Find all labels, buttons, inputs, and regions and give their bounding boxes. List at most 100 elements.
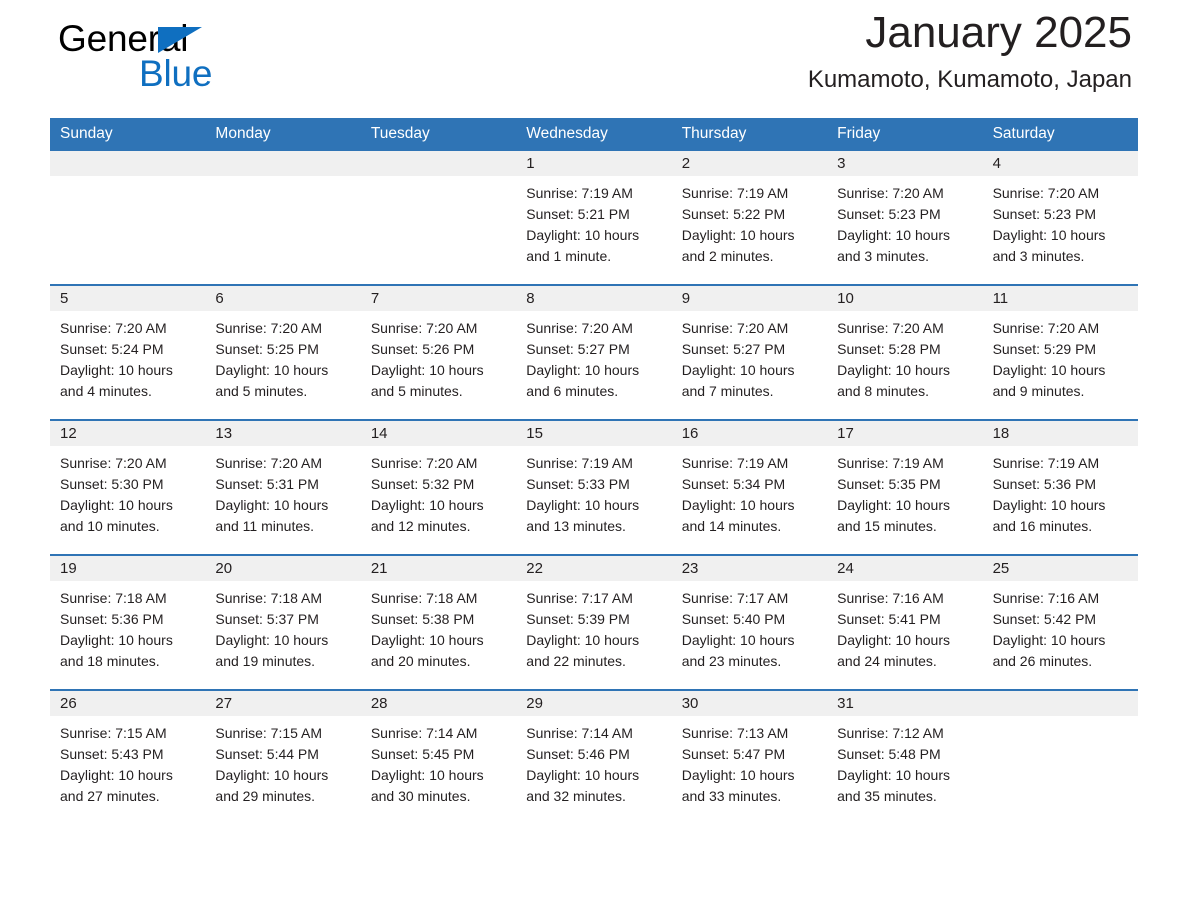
sunset-text: Sunset: 5:34 PM xyxy=(681,475,786,492)
day-cell[interactable]: 2 Sunrise: 7:19 AM Sunset: 5:22 PM Dayli… xyxy=(671,150,828,284)
daylight-text-line1: Daylight: 10 hours xyxy=(837,361,950,378)
day-cell[interactable]: 16 Sunrise: 7:19 AM Sunset: 5:34 PM Dayl… xyxy=(671,420,828,554)
day-cell[interactable]: 24 Sunrise: 7:16 AM Sunset: 5:41 PM Dayl… xyxy=(827,555,983,689)
sunset-text: Sunset: 5:44 PM xyxy=(215,745,319,762)
daylight-text-line1: Daylight: 10 hours xyxy=(992,226,1106,243)
sunset-text: Sunset: 5:24 PM xyxy=(60,340,164,357)
day-cell[interactable]: 17 Sunrise: 7:19 AM Sunset: 5:35 PM Dayl… xyxy=(827,420,983,554)
week-row: 12 Sunrise: 7:20 AM Sunset: 5:30 PM Dayl… xyxy=(50,418,1138,554)
day-number: 9 xyxy=(671,285,828,311)
day-cell[interactable]: 31 Sunrise: 7:12 AM Sunset: 5:48 PM Dayl… xyxy=(827,690,983,824)
daylight-text-line2: and 27 minutes. xyxy=(60,787,160,804)
daylight-text-line1: Daylight: 10 hours xyxy=(60,631,173,648)
sunrise-text: Sunrise: 7:20 AM xyxy=(215,454,323,471)
daylight-text-line1: Daylight: 10 hours xyxy=(992,631,1106,648)
page-header: General Blue January 2025 Kumamoto, Kuma… xyxy=(50,0,1138,118)
day-cell[interactable]: 14 Sunrise: 7:20 AM Sunset: 5:32 PM Dayl… xyxy=(360,420,517,554)
sunset-text: Sunset: 5:23 PM xyxy=(837,205,941,222)
day-cell[interactable]: 20 Sunrise: 7:18 AM Sunset: 5:37 PM Dayl… xyxy=(205,555,361,689)
day-cell[interactable]: 10 Sunrise: 7:20 AM Sunset: 5:28 PM Dayl… xyxy=(827,285,983,419)
sunrise-text: Sunrise: 7:18 AM xyxy=(60,589,167,606)
sunset-text: Sunset: 5:26 PM xyxy=(370,340,475,357)
sunset-text: Sunset: 5:27 PM xyxy=(526,340,630,357)
day-cell[interactable]: 6 Sunrise: 7:20 AM Sunset: 5:25 PM Dayli… xyxy=(205,285,361,419)
day-cell[interactable]: 7 Sunrise: 7:20 AM Sunset: 5:26 PM Dayli… xyxy=(360,285,517,419)
day-cell[interactable]: 21 Sunrise: 7:18 AM Sunset: 5:38 PM Dayl… xyxy=(360,555,517,689)
day-cell xyxy=(50,150,206,284)
sunset-text: Sunset: 5:22 PM xyxy=(681,205,786,222)
day-number: 16 xyxy=(671,420,828,446)
general-blue-logo[interactable]: General Blue xyxy=(58,18,358,102)
day-cell[interactable]: 29 Sunrise: 7:14 AM Sunset: 5:46 PM Dayl… xyxy=(516,690,672,824)
sunrise-text: Sunrise: 7:13 AM xyxy=(681,724,789,741)
daylight-text-line1: Daylight: 10 hours xyxy=(837,631,950,648)
day-number: 13 xyxy=(205,420,361,446)
day-cell[interactable]: 12 Sunrise: 7:20 AM Sunset: 5:30 PM Dayl… xyxy=(50,420,206,554)
daylight-text-line2: and 1 minute. xyxy=(526,247,612,264)
sunrise-text: Sunrise: 7:20 AM xyxy=(215,319,323,336)
day-number: 24 xyxy=(827,555,983,581)
day-number: 19 xyxy=(50,555,206,581)
day-cell[interactable]: 27 Sunrise: 7:15 AM Sunset: 5:44 PM Dayl… xyxy=(205,690,361,824)
sunrise-text: Sunrise: 7:20 AM xyxy=(681,319,789,336)
day-number: 20 xyxy=(205,555,361,581)
day-details: Sunrise: 7:20 AM Sunset: 5:26 PM Dayligh… xyxy=(361,311,516,402)
sunrise-text: Sunrise: 7:20 AM xyxy=(837,184,944,201)
day-details: Sunrise: 7:17 AM Sunset: 5:39 PM Dayligh… xyxy=(516,581,671,672)
sunset-text: Sunset: 5:25 PM xyxy=(215,340,319,357)
day-cell[interactable]: 4 Sunrise: 7:20 AM Sunset: 5:23 PM Dayli… xyxy=(982,150,1138,284)
sunset-text: Sunset: 5:32 PM xyxy=(370,475,475,492)
day-cell[interactable]: 5 Sunrise: 7:20 AM Sunset: 5:24 PM Dayli… xyxy=(50,285,206,419)
daylight-text-line2: and 4 minutes. xyxy=(60,382,152,399)
page-title: January 2025 xyxy=(865,8,1132,57)
day-cell[interactable]: 28 Sunrise: 7:14 AM Sunset: 5:45 PM Dayl… xyxy=(360,690,517,824)
weekday-header-monday: Monday xyxy=(215,125,271,142)
day-cell[interactable]: 23 Sunrise: 7:17 AM Sunset: 5:40 PM Dayl… xyxy=(671,555,828,689)
sunrise-text: Sunrise: 7:20 AM xyxy=(837,319,944,336)
day-details: Sunrise: 7:18 AM Sunset: 5:38 PM Dayligh… xyxy=(361,581,516,672)
day-cell[interactable]: 11 Sunrise: 7:20 AM Sunset: 5:29 PM Dayl… xyxy=(982,285,1138,419)
sunset-text: Sunset: 5:35 PM xyxy=(837,475,941,492)
day-number: 8 xyxy=(516,285,672,311)
day-number: 30 xyxy=(671,690,828,716)
sunset-text: Sunset: 5:29 PM xyxy=(992,340,1097,357)
daylight-text-line1: Daylight: 10 hours xyxy=(526,496,640,513)
day-cell[interactable]: 1 Sunrise: 7:19 AM Sunset: 5:21 PM Dayli… xyxy=(516,150,672,284)
day-cell[interactable]: 25 Sunrise: 7:16 AM Sunset: 5:42 PM Dayl… xyxy=(982,555,1138,689)
day-cell[interactable]: 13 Sunrise: 7:20 AM Sunset: 5:31 PM Dayl… xyxy=(205,420,361,554)
daylight-text-line1: Daylight: 10 hours xyxy=(370,361,484,378)
daylight-text-line1: Daylight: 10 hours xyxy=(681,496,795,513)
daylight-text-line1: Daylight: 10 hours xyxy=(837,496,950,513)
daylight-text-line1: Daylight: 10 hours xyxy=(681,766,795,783)
daylight-text-line2: and 14 minutes. xyxy=(681,517,782,534)
daylight-text-line2: and 7 minutes. xyxy=(681,382,774,399)
day-number xyxy=(982,690,1138,716)
day-cell[interactable]: 3 Sunrise: 7:20 AM Sunset: 5:23 PM Dayli… xyxy=(827,150,983,284)
day-cell[interactable]: 15 Sunrise: 7:19 AM Sunset: 5:33 PM Dayl… xyxy=(516,420,672,554)
day-details: Sunrise: 7:18 AM Sunset: 5:37 PM Dayligh… xyxy=(205,581,360,672)
week-row: 19 Sunrise: 7:18 AM Sunset: 5:36 PM Dayl… xyxy=(50,553,1138,689)
sunrise-text: Sunrise: 7:17 AM xyxy=(526,589,633,606)
day-details: Sunrise: 7:16 AM Sunset: 5:42 PM Dayligh… xyxy=(983,581,1138,672)
day-cell[interactable]: 22 Sunrise: 7:17 AM Sunset: 5:39 PM Dayl… xyxy=(516,555,672,689)
day-number: 26 xyxy=(50,690,206,716)
day-number xyxy=(205,150,361,176)
day-number: 10 xyxy=(827,285,983,311)
day-cell[interactable]: 18 Sunrise: 7:19 AM Sunset: 5:36 PM Dayl… xyxy=(982,420,1138,554)
sunset-text: Sunset: 5:46 PM xyxy=(526,745,630,762)
day-cell[interactable]: 19 Sunrise: 7:18 AM Sunset: 5:36 PM Dayl… xyxy=(50,555,206,689)
day-details: Sunrise: 7:15 AM Sunset: 5:43 PM Dayligh… xyxy=(50,716,205,807)
sunset-text: Sunset: 5:41 PM xyxy=(837,610,941,627)
day-cell[interactable]: 30 Sunrise: 7:13 AM Sunset: 5:47 PM Dayl… xyxy=(671,690,828,824)
sunrise-text: Sunrise: 7:19 AM xyxy=(526,454,633,471)
day-cell[interactable]: 26 Sunrise: 7:15 AM Sunset: 5:43 PM Dayl… xyxy=(50,690,206,824)
day-number: 12 xyxy=(50,420,206,446)
daylight-text-line2: and 13 minutes. xyxy=(526,517,626,534)
daylight-text-line1: Daylight: 10 hours xyxy=(370,496,484,513)
day-cell[interactable]: 8 Sunrise: 7:20 AM Sunset: 5:27 PM Dayli… xyxy=(516,285,672,419)
daylight-text-line1: Daylight: 10 hours xyxy=(837,766,950,783)
day-cell[interactable]: 9 Sunrise: 7:20 AM Sunset: 5:27 PM Dayli… xyxy=(671,285,828,419)
weekday-header-row: Sunday Monday Tuesday Wednesday Thursday… xyxy=(50,118,1138,151)
daylight-text-line2: and 6 minutes. xyxy=(526,382,619,399)
day-details: Sunrise: 7:20 AM Sunset: 5:31 PM Dayligh… xyxy=(205,446,360,537)
